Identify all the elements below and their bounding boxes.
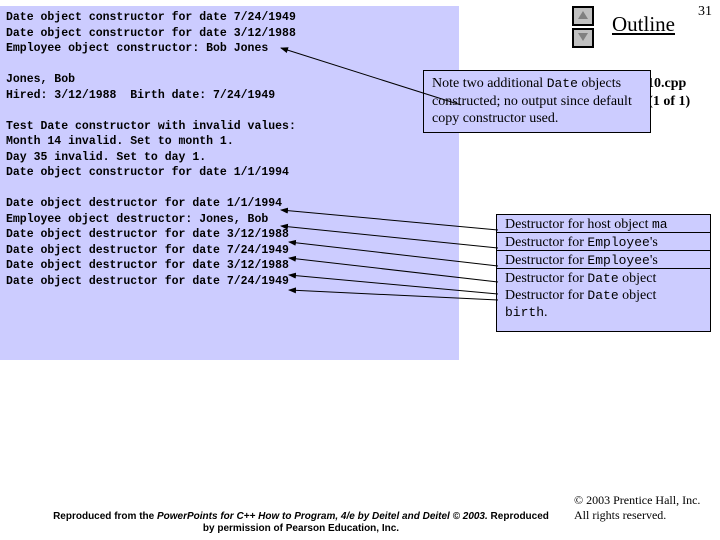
arrow-up-icon (577, 7, 589, 25)
callout-text: Note two additional (432, 76, 547, 91)
outline-heading[interactable]: Outline (612, 12, 675, 37)
arrow-down-icon (577, 29, 589, 47)
callout-code: Date (547, 76, 578, 91)
callout-layer: Destructor for Date object Destructor fo… (496, 268, 711, 332)
callout-note: Note two additional Date objects constru… (423, 70, 651, 133)
page-number: 31 (698, 4, 712, 20)
copyright-text: © 2003 Prentice Hall, Inc. All rights re… (574, 493, 714, 522)
nav-down-button[interactable] (572, 28, 594, 48)
console-output: Date object constructor for date 7/24/19… (0, 6, 459, 360)
reproduction-notice: Reproduced from the PowerPoints for C++ … (50, 511, 552, 534)
nav-up-button[interactable] (572, 6, 594, 26)
